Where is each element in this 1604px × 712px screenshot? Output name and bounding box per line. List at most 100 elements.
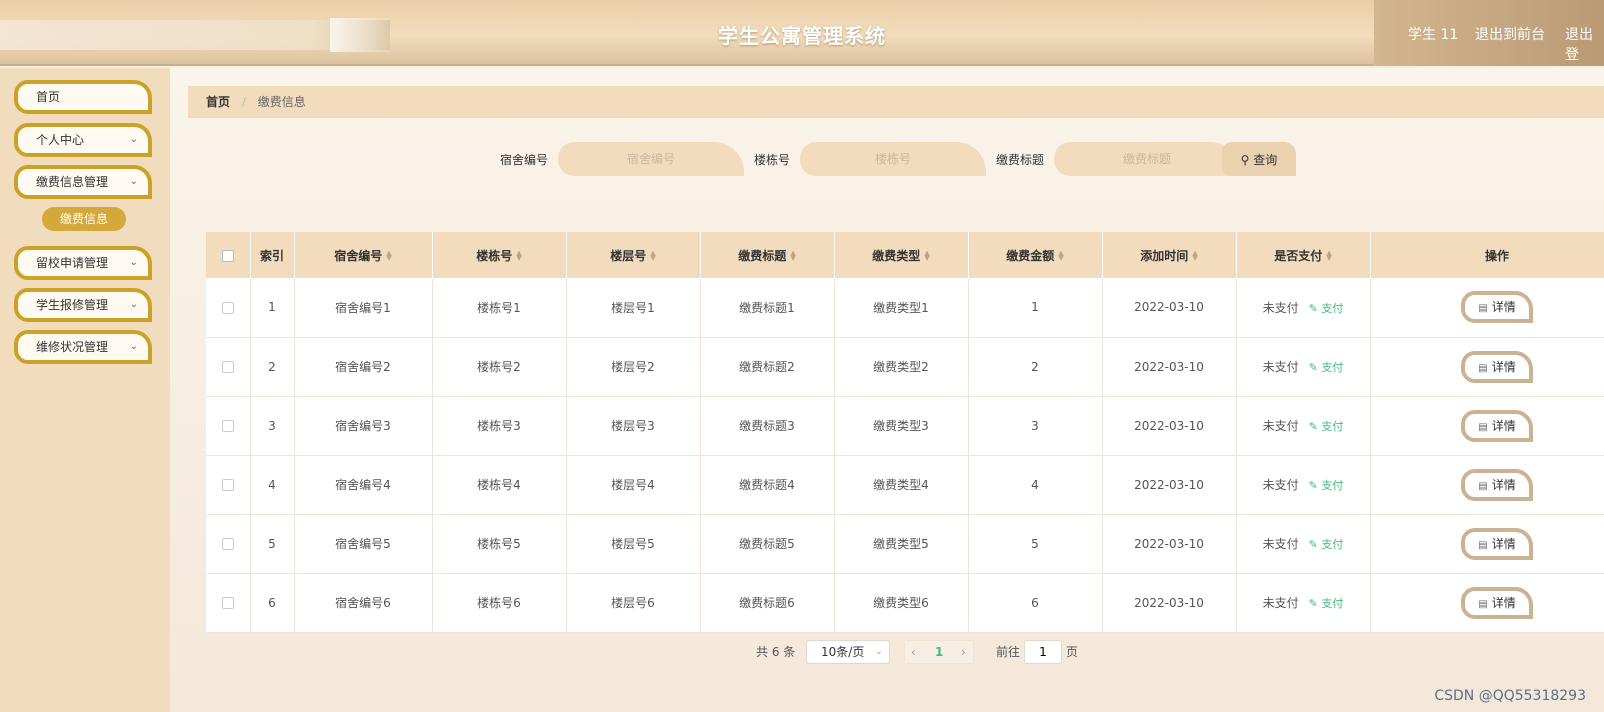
watermark: CSDN @QQ55318293: [1434, 688, 1586, 704]
detail-button[interactable]: ▤ 详情: [1461, 468, 1533, 501]
chevron-down-icon: ⌄: [129, 134, 138, 145]
sidebar-item-label: 个人中心: [36, 133, 85, 147]
cell-type: 缴费类型6: [834, 573, 969, 633]
column-header-label: 楼栋号: [476, 248, 513, 263]
cell-dorm: 宿舍编号5: [294, 514, 433, 574]
user-name: 学生 11: [1408, 27, 1459, 43]
row-checkbox[interactable]: [221, 479, 234, 491]
pay-link[interactable]: ✎ 支付: [1309, 302, 1344, 315]
row-select-cell: [206, 337, 251, 397]
cell-title: 缴费标题6: [700, 573, 835, 633]
row-checkbox[interactable]: [221, 420, 234, 432]
sidebar-subitem-payment-info[interactable]: 缴费信息: [42, 207, 126, 231]
breadcrumb-home[interactable]: 首页: [206, 95, 230, 109]
pay-link[interactable]: ✎ 支付: [1309, 361, 1344, 374]
row-checkbox[interactable]: [221, 538, 234, 550]
document-icon: ▤: [1478, 598, 1488, 610]
search-button[interactable]: ⚲ 查询: [1222, 142, 1296, 176]
cell-date: 2022-03-10: [1102, 278, 1237, 338]
main-content: 首页 / 缴费信息 宿舍编号 楼栋号 缴费标题 ⚲ 查询 索引 宿舍编号▲▼ 楼…: [170, 68, 1604, 712]
table-header-row: 索引 宿舍编号 ▲ ▼ 楼栋号 ▲ ▼ 楼层号 ▲ ▼ 缴费标题 ▲ ▼ 缴费类型 ▲ ▼ 缴费金额…: [206, 232, 1604, 278]
sort-icon[interactable]: ▲ ▼: [1058, 250, 1063, 262]
row-checkbox[interactable]: [221, 361, 234, 373]
chevron-down-icon: ⌄: [129, 341, 138, 352]
cell-actions: ▤ 详情: [1370, 514, 1604, 574]
sort-icon[interactable]: ▲ ▼: [386, 250, 391, 262]
detail-button-label: 详情: [1491, 300, 1516, 315]
sidebar-item-stay-application[interactable]: 留校申请管理 ⌄: [14, 246, 152, 280]
pagination-total: 共 6 条: [756, 645, 796, 659]
detail-button[interactable]: ▤ 详情: [1461, 291, 1533, 324]
column-header-floor[interactable]: 楼层号 ▲ ▼: [566, 232, 701, 278]
cell-actions: ▤ 详情: [1370, 278, 1604, 338]
pager-nav: ‹ 1 ›: [904, 640, 974, 664]
table-row: 2 宿舍编号2 楼栋号2 楼层号2 缴费标题2 缴费类型2 2 2022-03-…: [206, 337, 1604, 397]
sidebar-item-label: 维修状况管理: [36, 340, 109, 354]
sort-icon[interactable]: ▲ ▼: [790, 250, 795, 262]
page-size-select[interactable]: 10条/页 ⌄: [806, 640, 890, 664]
cell-paid: 未支付 ✎ 支付: [1236, 396, 1371, 456]
search-button-label: 查询: [1253, 152, 1278, 167]
column-header-date[interactable]: 添加时间 ▲ ▼: [1102, 232, 1237, 278]
sort-icon[interactable]: ▲ ▼: [1326, 250, 1331, 262]
row-select-cell: [206, 455, 251, 515]
search-icon: ⚲: [1240, 152, 1250, 167]
exit-to-front-link[interactable]: 退出到前台: [1475, 24, 1545, 44]
column-header-amount[interactable]: 缴费金额 ▲ ▼: [968, 232, 1103, 278]
column-header-label: 宿舍编号: [334, 248, 383, 263]
cell-paid: 未支付 ✎ 支付: [1236, 455, 1371, 515]
sort-icon[interactable]: ▲ ▼: [924, 250, 929, 262]
pay-link[interactable]: ✎ 支付: [1309, 538, 1344, 551]
cell-amount: 4: [968, 455, 1103, 515]
row-checkbox[interactable]: [221, 301, 234, 314]
sidebar-item-profile[interactable]: 个人中心 ⌄: [14, 123, 152, 157]
cell-floor: 楼层号3: [566, 396, 701, 456]
column-header-type[interactable]: 缴费类型 ▲ ▼: [834, 232, 969, 278]
sidebar-item-repair-status[interactable]: 维修状况管理 ⌄: [14, 330, 152, 364]
column-header-paid[interactable]: 是否支付 ▲ ▼: [1236, 232, 1371, 278]
column-header-dorm[interactable]: 宿舍编号 ▲ ▼: [294, 232, 433, 278]
cell-date: 2022-03-10: [1102, 337, 1237, 397]
cell-building: 楼栋号3: [432, 396, 567, 456]
next-page-icon[interactable]: ›: [961, 641, 966, 663]
building-number-input[interactable]: [800, 142, 986, 176]
detail-button[interactable]: ▤ 详情: [1461, 350, 1533, 383]
pay-link[interactable]: ✎ 支付: [1309, 420, 1344, 433]
column-header-title[interactable]: 缴费标题 ▲ ▼: [700, 232, 835, 278]
sidebar-item-home[interactable]: 首页: [14, 80, 152, 114]
detail-button-label: 详情: [1491, 477, 1516, 492]
cell-actions: ▤ 详情: [1370, 337, 1604, 397]
column-header-building[interactable]: 楼栋号 ▲ ▼: [432, 232, 567, 278]
dorm-number-input[interactable]: [558, 142, 744, 176]
cell-title: 缴费标题4: [700, 455, 835, 515]
row-select-cell: [206, 396, 251, 456]
detail-button[interactable]: ▤ 详情: [1461, 586, 1533, 619]
logout-link[interactable]: 退出登: [1565, 24, 1604, 64]
edit-icon: ✎: [1308, 420, 1322, 433]
sidebar-item-repair-request[interactable]: 学生报修管理 ⌄: [14, 288, 152, 322]
sidebar-item-payment-management[interactable]: 缴费信息管理 ⌄: [14, 165, 152, 199]
cell-actions: ▤ 详情: [1370, 396, 1604, 456]
cell-floor: 楼层号6: [566, 573, 701, 633]
payment-title-input[interactable]: [1054, 142, 1240, 176]
prev-page-icon[interactable]: ‹: [911, 641, 916, 663]
detail-button[interactable]: ▤ 详情: [1461, 527, 1533, 560]
cell-index: 5: [250, 514, 295, 574]
row-checkbox[interactable]: [221, 597, 234, 609]
sort-icon[interactable]: ▲ ▼: [650, 250, 655, 262]
current-page[interactable]: 1: [935, 641, 943, 663]
pay-status: 未支付: [1262, 419, 1299, 433]
select-all-checkbox[interactable]: [221, 249, 234, 262]
cell-index: 3: [250, 396, 295, 456]
pay-link-label: 支付: [1321, 301, 1344, 315]
goto-page-input[interactable]: [1024, 640, 1062, 664]
pay-link[interactable]: ✎ 支付: [1309, 479, 1344, 492]
detail-button[interactable]: ▤ 详情: [1461, 409, 1533, 442]
edit-icon: ✎: [1308, 361, 1322, 374]
sort-icon[interactable]: ▲ ▼: [516, 250, 521, 262]
pay-link[interactable]: ✎ 支付: [1309, 597, 1344, 610]
cell-dorm: 宿舍编号3: [294, 396, 433, 456]
cell-type: 缴费类型3: [834, 396, 969, 456]
pay-status: 未支付: [1262, 300, 1299, 315]
sort-icon[interactable]: ▲ ▼: [1192, 250, 1197, 262]
